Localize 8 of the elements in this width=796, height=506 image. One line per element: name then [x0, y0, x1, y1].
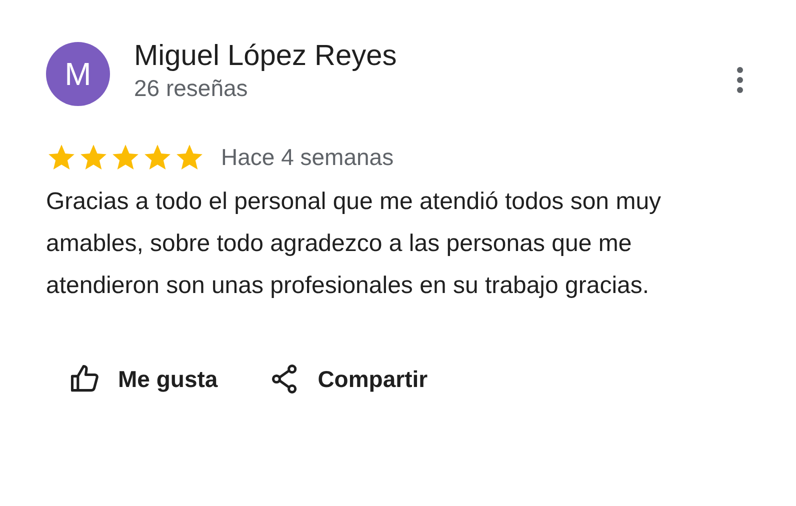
more-options-icon[interactable]	[736, 66, 744, 94]
review-text: Gracias a todo el personal que me atendió todos son muy amables, sobre todo agradezco a las personas que me atendieron son unas profesionales en su trabajo gracias.	[46, 187, 662, 301]
review-count: 26 reseñas	[134, 74, 249, 102]
review-time: Hace 4 semanas	[221, 144, 394, 171]
share-button[interactable]: Compartir	[268, 362, 428, 396]
like-button[interactable]: Me gusta	[68, 362, 218, 396]
author-name: Miguel López Reyes	[134, 39, 397, 74]
avatar: M	[46, 42, 110, 106]
